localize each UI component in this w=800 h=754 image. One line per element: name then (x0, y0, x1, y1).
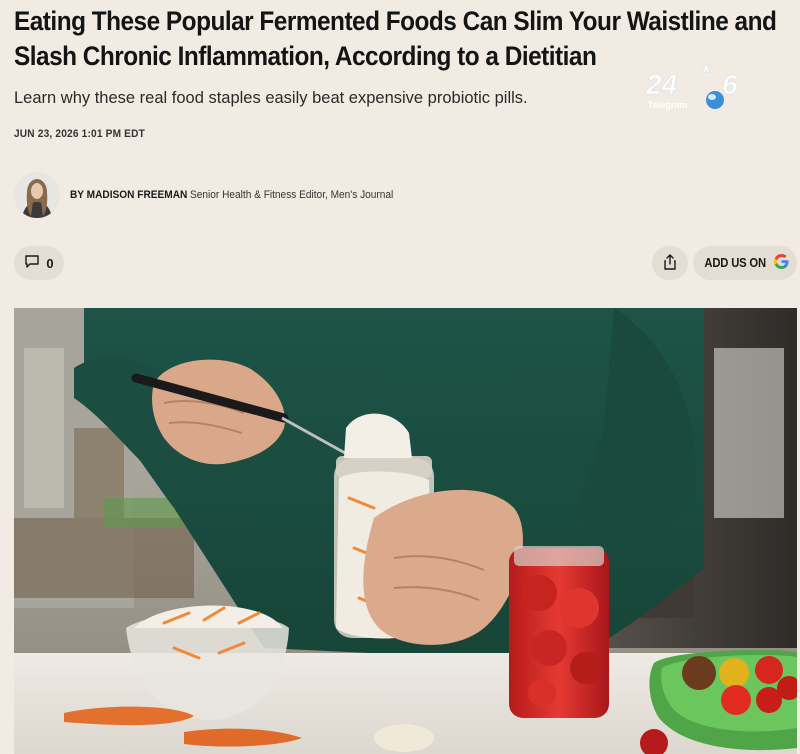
watermark-num: 6 (722, 69, 738, 100)
comment-count: 0 (46, 255, 54, 271)
comment-icon (24, 254, 40, 272)
share-icon (663, 253, 677, 273)
publish-date: JUN 23, 2026 1:01 PM EDT (14, 128, 145, 140)
author-avatar[interactable] (14, 172, 60, 218)
watermark-sub: Telegram (648, 100, 687, 110)
google-icon (774, 253, 789, 273)
byline: BY MADISON FREEMAN Senior Health & Fitne… (14, 170, 411, 220)
article-dek: Learn why these real food staples easily… (14, 89, 528, 107)
add-us-on-google-button[interactable]: ADD US ON (693, 246, 797, 280)
add-us-label: ADD US ON (704, 256, 766, 270)
watermark-main: 24 (645, 69, 678, 100)
watermark-globe-icon (706, 91, 724, 109)
author-title: Senior Health & Fitness Editor, Men's Jo… (189, 189, 393, 201)
watermark-star: * (702, 64, 711, 85)
watermark-logo: 24 * 6 Telegram (644, 60, 754, 114)
hero-image (14, 308, 797, 754)
comments-button[interactable]: 0 (14, 246, 64, 280)
share-button[interactable] (652, 246, 688, 280)
author-name[interactable]: BY MADISON FREEMAN (70, 189, 187, 201)
